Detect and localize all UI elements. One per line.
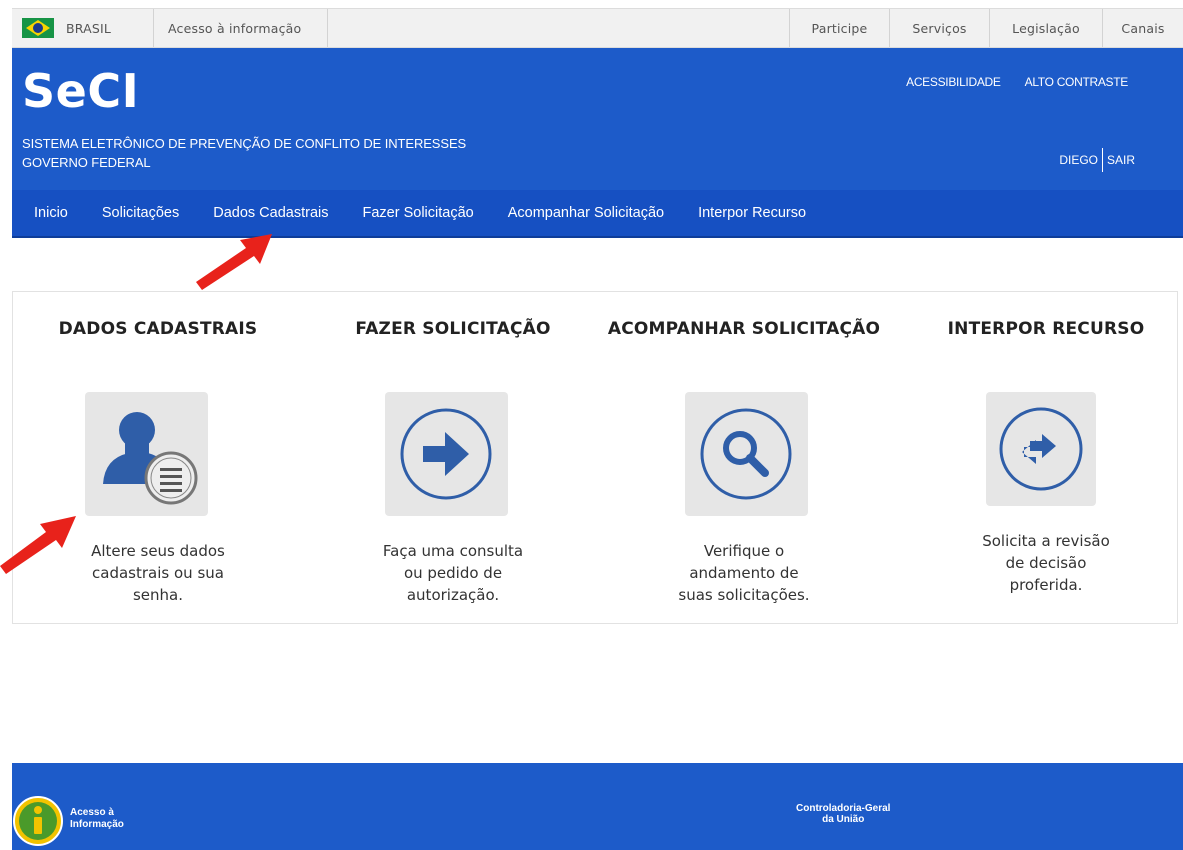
brazil-flag-icon (22, 18, 54, 38)
desc-line-1: Faça uma consulta (382, 542, 524, 560)
gov-top-bar: BRASIL Acesso à informação Participe Ser… (12, 8, 1183, 48)
card-title: ACOMPANHAR SOLICITAÇÃO (607, 319, 881, 339)
card-description: Solicita a revisão de decisão proferida. (901, 530, 1183, 596)
logout-link[interactable]: SAIR (1107, 153, 1135, 167)
cgu-logo[interactable]: Controladoria-Geral da União (796, 803, 890, 825)
arrow-right-circle-icon[interactable] (385, 392, 508, 516)
user-area: DIEGO SAIR (1059, 148, 1135, 172)
desc-line-3: autorização. (406, 586, 500, 604)
nav-item-solicitacoes[interactable]: Solicitações (102, 205, 179, 221)
desc-line-2: de decisão (1005, 554, 1087, 572)
desc-line-1: Verifique o (703, 542, 785, 560)
brasil-label: BRASIL (66, 20, 112, 36)
header-toplinks: ACESSIBILIDADE ALTO CONTRASTE (906, 75, 1128, 89)
card-description: Faça uma consulta ou pedido de autorizaç… (308, 540, 598, 606)
accessibility-link[interactable]: ACESSIBILIDADE (906, 75, 1001, 89)
nav-item-fazer-solicitacao[interactable]: Fazer Solicitação (362, 205, 473, 221)
servicos-link[interactable]: Serviços (890, 9, 990, 47)
subtitle-line-2: GOVERNO FEDERAL (22, 155, 151, 170)
desc-line-3: senha. (132, 586, 184, 604)
govbar-spacer (328, 9, 790, 47)
system-subtitle: SISTEMA ELETRÔNICO DE PREVENÇÃO DE CONFL… (22, 134, 466, 172)
high-contrast-link[interactable]: ALTO CONTRASTE (1025, 75, 1129, 89)
brasil-link[interactable]: BRASIL (12, 9, 154, 47)
seci-logo[interactable]: SeCI (22, 64, 139, 118)
nav-item-inicio[interactable]: Inicio (34, 205, 68, 221)
desc-line-2: ou pedido de (403, 564, 503, 582)
participe-link[interactable]: Participe (790, 9, 890, 47)
nav-item-interpor-recurso[interactable]: Interpor Recurso (698, 205, 806, 221)
site-footer: Acesso à Informação Controladoria-Geral … (12, 763, 1183, 850)
user-name[interactable]: DIEGO (1059, 153, 1098, 167)
access-info-label[interactable]: Acesso à Informação (70, 807, 124, 831)
red-arrow-card-annotation (0, 516, 76, 574)
subtitle-line-1: SISTEMA ELETRÔNICO DE PREVENÇÃO DE CONFL… (22, 136, 467, 151)
services-panel: DADOS CADASTRAIS Altere seus dados cadas… (12, 291, 1178, 624)
access-info-badge-icon[interactable] (12, 793, 64, 849)
site-header: SeCI SISTEMA ELETRÔNICO DE PREVENÇÃO DE … (12, 48, 1183, 190)
search-circle-icon[interactable] (685, 392, 808, 516)
card-description: Verifique o andamento de suas solicitaçõ… (599, 540, 889, 606)
legislacao-link[interactable]: Legislação (990, 9, 1103, 47)
nav-item-acompanhar-solicitacao[interactable]: Acompanhar Solicitação (508, 205, 664, 221)
desc-line-1: Solicita a revisão (982, 532, 1110, 550)
swap-arrows-circle-icon[interactable] (986, 392, 1096, 506)
red-arrow-nav-annotation (196, 234, 272, 290)
user-separator (1101, 148, 1103, 172)
desc-line-3: proferida. (1009, 576, 1083, 594)
desc-line-3: suas solicitações. (678, 586, 810, 604)
desc-line-2: andamento de (689, 564, 799, 582)
card-title: FAZER SOLICITAÇÃO (355, 319, 551, 339)
access-info-line-1: Acesso à (70, 807, 114, 818)
nav-item-dados-cadastrais[interactable]: Dados Cadastrais (213, 205, 328, 221)
cgu-line-2: da União (822, 814, 865, 825)
canais-link[interactable]: Canais (1103, 9, 1183, 47)
cgu-line-1: Controladoria-Geral (796, 803, 891, 814)
access-info-line-2: Informação (70, 819, 124, 830)
card-title: DADOS CADASTRAIS (58, 319, 258, 339)
access-info-link[interactable]: Acesso à informação (154, 9, 328, 47)
card-title: INTERPOR RECURSO (947, 319, 1145, 339)
user-list-icon[interactable] (85, 392, 208, 516)
main-nav: Inicio Solicitações Dados Cadastrais Faz… (12, 190, 1183, 238)
